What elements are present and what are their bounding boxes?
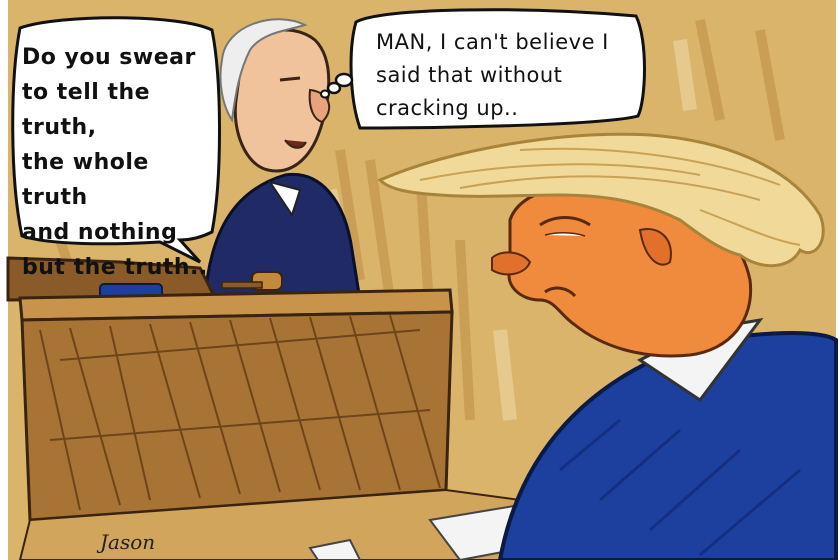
thought-bubble-text: MAN, I can't believe I said that without… [376,30,609,120]
judge-eye [279,76,301,82]
speech-bubble-text: Do you swear to tell the truth, the whol… [22,45,208,280]
cartoon-scene: Do you swear to tell the truth, the whol… [0,0,840,560]
thought-dot-medium [326,81,342,95]
artist-signature: Jason [100,530,156,554]
thought-dot-small [320,89,330,99]
